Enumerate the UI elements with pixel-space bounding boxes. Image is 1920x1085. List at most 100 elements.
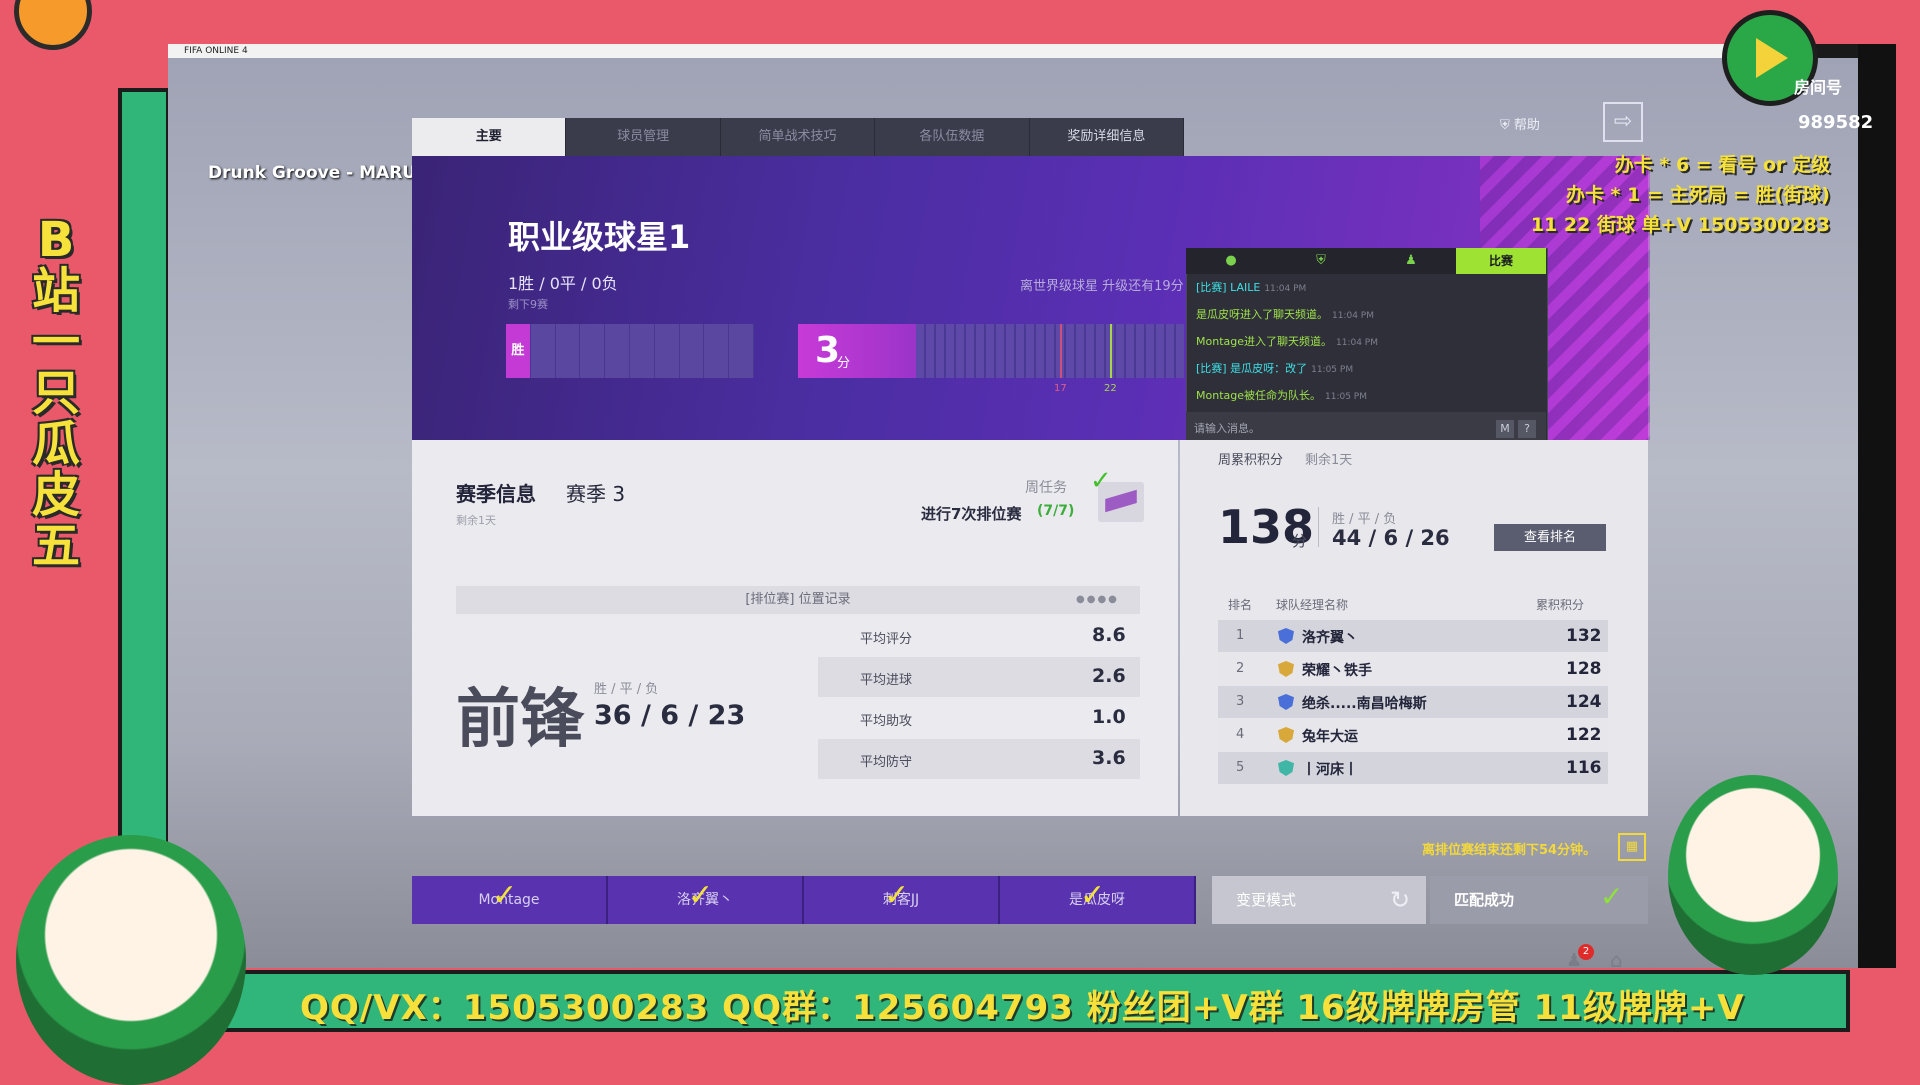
window-titlebar: FIFA ONLINE 4 — [168, 44, 1740, 58]
stat-row: 平均进球 2.6 — [818, 657, 1140, 697]
wdl-label: 胜 / 平 / 负 — [594, 682, 659, 697]
leaderboard-row[interactable]: 5 丨河床丨 116 — [1218, 752, 1608, 784]
marker-17 — [1060, 324, 1062, 378]
stat-label: 平均评分 — [860, 632, 913, 647]
player-slot[interactable]: 洛齐翼丶 ✓ — [608, 876, 804, 924]
leaderboard-rank: 2 — [1236, 661, 1245, 676]
player-slot[interactable]: 刺客JJ ✓ — [804, 876, 1000, 924]
help-label: 帮助 — [1513, 118, 1540, 133]
stat-value: 1.0 — [1092, 706, 1126, 728]
help-button[interactable]: ⛨ 帮助 — [1500, 114, 1540, 133]
tab-main[interactable]: 主要 — [412, 118, 567, 156]
leaderboard-points: 124 — [1566, 692, 1602, 712]
leaderboard-row[interactable]: 2 荣耀丶铁手 128 — [1218, 653, 1608, 685]
leaderboard-points: 132 — [1566, 626, 1602, 646]
weekly-task-text: 进行7次排位赛 — [921, 505, 1022, 523]
leaderboard-rank: 1 — [1236, 628, 1245, 643]
leaderboard-row[interactable]: 4 兔年大运 122 — [1218, 719, 1608, 751]
leaderboard-name-header: 球队经理名称 — [1276, 598, 1349, 612]
leaderboard-name: 兔年大运 — [1302, 729, 1358, 745]
position-record-header: [排位赛] 位置记录 — [456, 586, 1140, 614]
rank-title: 职业级球星1 — [508, 218, 691, 256]
leaderboard-name: 绝杀.....南昌哈梅斯 — [1302, 696, 1427, 712]
room-label: 房间号 — [1794, 78, 1843, 97]
ready-check-icon: ✓ — [688, 878, 714, 913]
tab-team-data[interactable]: 各队伍数据 — [875, 118, 1030, 156]
empty-cell — [729, 324, 754, 378]
leaderboard-row[interactable]: 1 洛齐翼丶 132 — [1218, 620, 1608, 652]
player-slot[interactable]: Montage ✓ — [412, 876, 608, 924]
leaderboard-rank: 3 — [1236, 694, 1245, 709]
chat-messages: [比赛] LAILE 11:04 PM 是瓜皮呀进入了聊天频道。 11:04 PM … — [1196, 274, 1536, 409]
chat-macro-button[interactable]: M — [1496, 420, 1514, 438]
chat-message: Montage被任命为队长。 11:05 PM — [1196, 389, 1367, 402]
weekly-wdl-value: 44 / 6 / 26 — [1332, 526, 1450, 550]
chat-help-button[interactable]: ? — [1518, 420, 1536, 438]
leaderboard-points: 128 — [1566, 659, 1602, 679]
ranked-remaining-notice: 离排位赛结束还剩下54分钟。 — [1422, 843, 1597, 858]
promo-line: 11 22 街球 单+V 1505300283 — [1530, 214, 1830, 236]
season-title: 赛季信息 — [456, 482, 536, 506]
refresh-icon[interactable]: ↻ — [1390, 886, 1410, 914]
leaderboard-rank: 5 — [1236, 760, 1245, 775]
match-check-icon: ✓ — [1600, 880, 1624, 913]
win-cell: 胜 — [506, 324, 531, 378]
mascot-right — [1668, 775, 1838, 975]
view-ranking-button[interactable]: 查看排名 — [1494, 524, 1606, 551]
tab-player-management[interactable]: 球员管理 — [566, 118, 721, 156]
check-icon: ✓ — [1090, 466, 1112, 496]
season-remaining: 剩余1天 — [456, 514, 496, 527]
chat-tabs: ● ⛨ ♟ 比赛 — [1186, 248, 1546, 274]
shield-icon[interactable]: ⛨ — [1276, 248, 1366, 274]
room-number: 989582 — [1798, 112, 1874, 133]
stat-row: 平均防守 3.6 — [818, 739, 1140, 779]
page-dots[interactable]: ●●●● — [1076, 594, 1119, 605]
stat-label: 平均助攻 — [860, 714, 913, 729]
stream-vertical-tag: B站一只瓜皮五 — [31, 212, 80, 574]
chat-message: [比赛] LAILE 11:04 PM — [1196, 281, 1307, 294]
leaderboard-header: 排名 球队经理名称 累积积分 — [1218, 596, 1608, 616]
ready-check-icon: ✓ — [1080, 878, 1106, 913]
stream-banner-text: QQ/VX：1505300283 QQ群：125604793 粉丝团+V群 16… — [300, 988, 1745, 1028]
position-name: 前锋 — [456, 683, 584, 757]
chat-message: Montage进入了聊天频道。 11:04 PM — [1196, 335, 1378, 348]
orange-deco-icon — [14, 0, 92, 50]
ready-check-icon: ✓ — [884, 878, 910, 913]
leaderboard-rank-header: 排名 — [1228, 598, 1253, 612]
chat-message: 是瓜皮呀进入了聊天频道。 11:04 PM — [1196, 308, 1374, 321]
leaderboard-row[interactable]: 3 绝杀.....南昌哈梅斯 124 — [1218, 686, 1608, 718]
leaderboard-points: 116 — [1566, 758, 1602, 778]
calendar-icon[interactable]: ▦ — [1618, 833, 1646, 861]
leaderboard-name: 荣耀丶铁手 — [1302, 663, 1372, 679]
exit-icon[interactable]: ⇨ — [1603, 102, 1643, 142]
divider — [1318, 507, 1319, 547]
team-badge-icon — [1278, 661, 1294, 677]
leaderboard-rank: 4 — [1236, 727, 1245, 742]
promo-line: 办卡 * 1 = 主死局 = 胜(街球) — [1565, 184, 1830, 206]
weekly-task-progress: (7/7) — [1037, 503, 1075, 519]
main-tabs: 主要 球员管理 简单战术技巧 各队伍数据 奖励详细信息 — [412, 118, 1185, 156]
promo-line: 办卡 * 6 = 看号 or 定级 — [1614, 154, 1830, 176]
chat-bubble-icon[interactable]: ● — [1186, 248, 1276, 274]
team-badge-icon — [1278, 727, 1294, 743]
friends-icon[interactable]: ♟ — [1366, 248, 1456, 274]
home-icon[interactable]: ⌂ — [1610, 948, 1623, 972]
empty-cell — [605, 324, 630, 378]
weekly-points-label: 周累积积分 — [1218, 453, 1284, 468]
tab-reward-details[interactable]: 奖励详细信息 — [1029, 118, 1185, 156]
tab-tactics[interactable]: 简单战术技巧 — [720, 118, 876, 156]
empty-cell — [530, 324, 556, 378]
marker-22 — [1110, 324, 1112, 378]
win-progress-bar: 胜 — [506, 324, 754, 378]
empty-cell — [555, 324, 581, 378]
score-unit: 分 — [837, 356, 851, 371]
notification-badge: 2 — [1578, 944, 1594, 960]
stat-row: 平均评分 8.6 — [818, 616, 1140, 656]
leaderboard-name: 洛齐翼丶 — [1302, 630, 1358, 646]
marker-22-label: 22 — [1104, 383, 1117, 394]
play-triangle-icon — [1756, 38, 1788, 78]
chat-tab-match[interactable]: 比赛 — [1456, 248, 1546, 274]
stream-promo-lines: 办卡 * 6 = 看号 or 定级 办卡 * 1 = 主死局 = 胜(街球) 1… — [1500, 150, 1830, 240]
marker-17-label: 17 — [1054, 383, 1067, 394]
player-slot[interactable]: 是瓜皮呀 ✓ — [1000, 876, 1196, 924]
